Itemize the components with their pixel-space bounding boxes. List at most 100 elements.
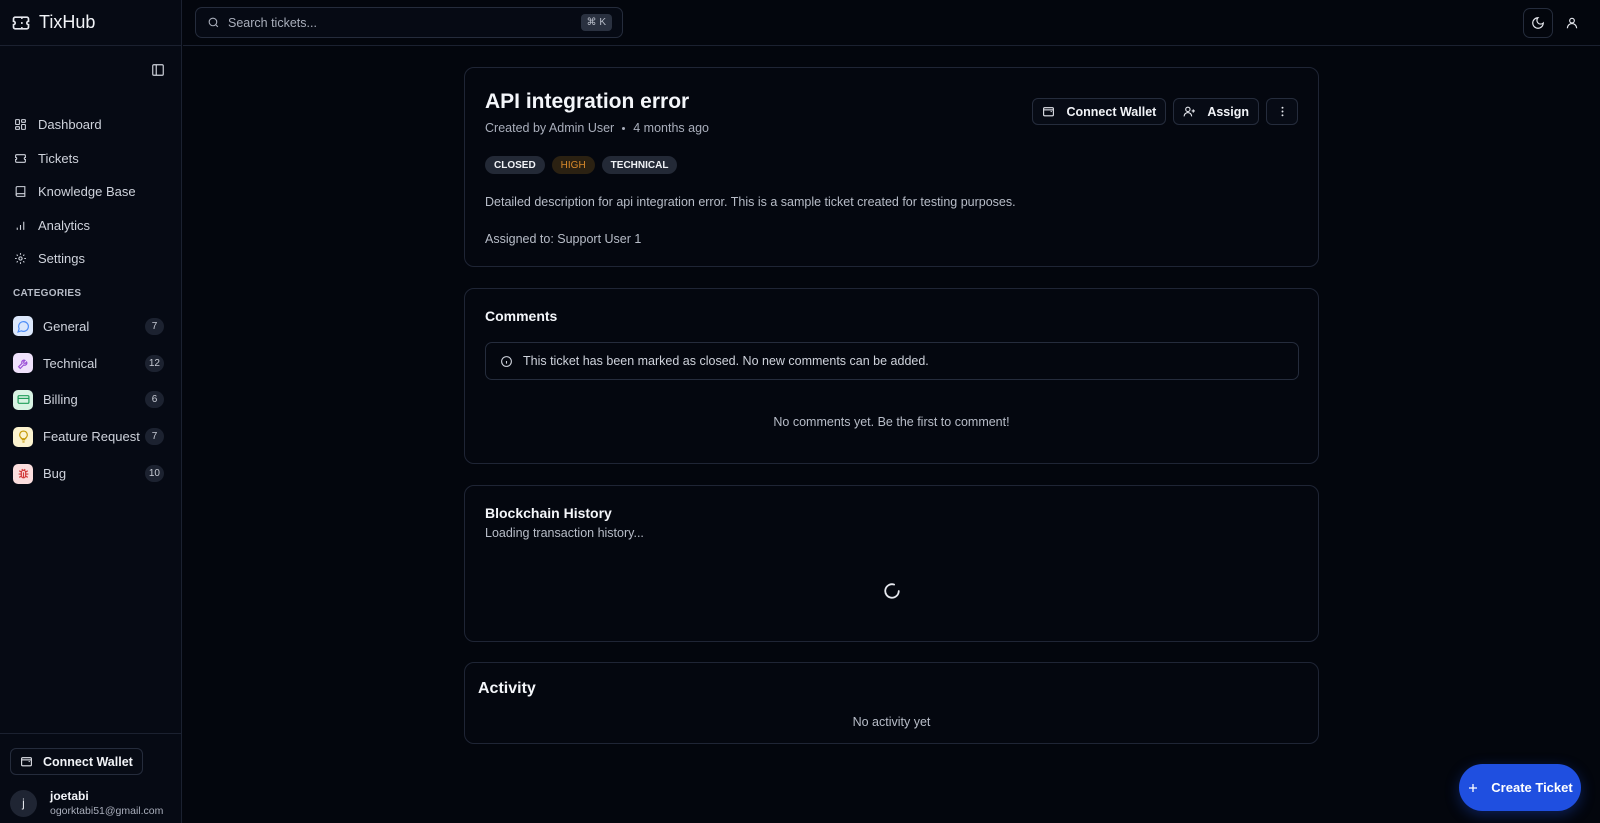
nav-label: Settings: [38, 251, 85, 267]
user-email: ogorktabi51@gmail.com: [50, 805, 164, 817]
ticket-logo-icon: [12, 15, 30, 30]
sidebar-connect-wallet-button[interactable]: Connect Wallet: [10, 748, 143, 775]
assign-label: Assign: [1207, 104, 1249, 119]
wallet-icon: [1043, 107, 1055, 117]
nav-label: Tickets: [38, 150, 79, 166]
comments-card: Comments This ticket has been marked as …: [464, 288, 1319, 464]
closed-notice: This ticket has been marked as closed. N…: [485, 342, 1299, 380]
category-count: 7: [145, 428, 164, 446]
moon-icon: [1532, 17, 1544, 29]
category-badge: TECHNICAL: [601, 156, 678, 174]
category-icon-wrap: [13, 463, 33, 484]
nav-item-settings[interactable]: Settings: [0, 242, 182, 276]
activity-empty-state: No activity yet: [852, 715, 931, 729]
category-bug[interactable]: Bug 10: [0, 455, 182, 492]
search-input[interactable]: [228, 15, 573, 30]
blockchain-title: Blockchain History: [485, 505, 612, 521]
lightbulb-icon: [18, 430, 28, 443]
ticket-meta: Created by Admin User 4 months ago: [485, 121, 709, 135]
user-profile[interactable]: j joetabi ogorktabi51@gmail.com: [10, 789, 163, 817]
plus-icon: [1469, 783, 1478, 792]
wallet-label: Connect Wallet: [43, 754, 133, 769]
ticket-description: Detailed description for api integration…: [485, 195, 1016, 209]
nav-item-knowledge-base[interactable]: Knowledge Base: [0, 175, 182, 209]
assign-button[interactable]: Assign: [1173, 98, 1259, 125]
search-box[interactable]: ⌘ K: [195, 7, 623, 38]
main-nav: Dashboard Tickets Knowledge Base Analyti…: [0, 108, 182, 276]
activity-card: Activity No activity yet: [464, 662, 1319, 744]
topbar: ⌘ K: [183, 0, 1600, 46]
user-menu-button[interactable]: [1557, 8, 1587, 38]
user-name: joetabi: [50, 789, 89, 803]
sidebar-footer: Connect Wallet j joetabi ogorktabi51@gma…: [0, 733, 182, 823]
comments-empty-state: No comments yet. Be the first to comment…: [773, 415, 1010, 429]
ticket-badges: CLOSED HIGH TECHNICAL: [485, 156, 678, 174]
avatar: j: [10, 789, 37, 817]
create-ticket-button[interactable]: Create Ticket: [1459, 764, 1581, 811]
category-feature-request[interactable]: Feature Request 7: [0, 418, 182, 455]
closed-notice-text: This ticket has been marked as closed. N…: [523, 354, 929, 368]
nav-label: Analytics: [38, 217, 91, 233]
ticket-time-ago: 4 months ago: [633, 121, 709, 135]
sidebar-panel-icon: [152, 64, 164, 76]
ticket-icon: [15, 153, 26, 163]
blockchain-loading-text: Loading transaction history...: [485, 526, 644, 540]
dashboard-icon: [15, 119, 26, 131]
category-general[interactable]: General 7: [0, 308, 182, 345]
user-icon: [1566, 17, 1578, 29]
bar-chart-icon: [16, 221, 25, 230]
info-icon: [501, 355, 512, 367]
book-icon: [15, 186, 26, 198]
category-billing[interactable]: Billing 6: [0, 382, 182, 419]
user-info: joetabi ogorktabi51@gmail.com: [50, 789, 163, 817]
ticket-title: API integration error: [485, 90, 690, 113]
blockchain-history-card: Blockchain History Loading transaction h…: [464, 485, 1319, 642]
search-icon: [208, 17, 219, 28]
connect-wallet-label: Connect Wallet: [1066, 104, 1157, 119]
user-plus-icon: [1183, 106, 1196, 117]
sidebar: TixHub Dashboard Tickets Knowledge Base …: [0, 0, 182, 823]
nav-item-dashboard[interactable]: Dashboard: [0, 108, 182, 142]
category-icon-wrap: [13, 353, 33, 374]
category-icon-wrap: [13, 426, 33, 447]
brand[interactable]: TixHub: [0, 0, 181, 46]
brand-name: TixHub: [39, 12, 96, 32]
activity-title: Activity: [478, 680, 536, 697]
nav-label: Dashboard: [38, 117, 102, 133]
category-label: Feature Request: [43, 429, 140, 445]
wallet-icon: [21, 757, 32, 767]
category-count: 6: [145, 391, 164, 409]
nav-label: Knowledge Base: [38, 184, 136, 200]
ticket-created-by: Created by Admin User: [485, 121, 615, 135]
priority-badge: HIGH: [551, 156, 595, 174]
category-icon-wrap: [13, 316, 33, 337]
category-label: Billing: [43, 392, 78, 408]
category-technical[interactable]: Technical 12: [0, 345, 182, 382]
ticket-actions: Connect Wallet Assign: [1032, 98, 1298, 125]
nav-item-tickets[interactable]: Tickets: [0, 142, 182, 176]
more-options-button[interactable]: [1266, 98, 1298, 125]
categories-list: General 7 Technical 12 Billing 6 Feature…: [0, 308, 182, 492]
nav-item-analytics[interactable]: Analytics: [0, 209, 182, 243]
more-vertical-icon: [1281, 106, 1283, 117]
collapse-sidebar-button[interactable]: [150, 62, 166, 78]
wrench-icon: [17, 359, 27, 369]
search-shortcut: ⌘ K: [580, 14, 612, 31]
categories-heading: CATEGORIES: [13, 288, 82, 299]
bug-icon: [18, 468, 28, 479]
category-count: 10: [144, 465, 164, 483]
ticket-assignee: Assigned to: Support User 1: [485, 232, 642, 246]
message-icon: [16, 320, 29, 333]
category-icon-wrap: [13, 389, 33, 410]
category-count: 12: [144, 354, 164, 372]
comments-title: Comments: [485, 308, 558, 324]
category-count: 7: [145, 317, 164, 335]
theme-toggle-button[interactable]: [1523, 8, 1553, 38]
category-label: Technical: [43, 355, 98, 371]
ticket-detail-card: API integration error Created by Admin U…: [464, 67, 1319, 267]
gear-icon: [15, 253, 26, 265]
meta-separator: [622, 126, 626, 130]
category-label: Bug: [43, 466, 67, 482]
status-badge: CLOSED: [485, 156, 545, 174]
connect-wallet-button[interactable]: Connect Wallet: [1032, 98, 1167, 125]
